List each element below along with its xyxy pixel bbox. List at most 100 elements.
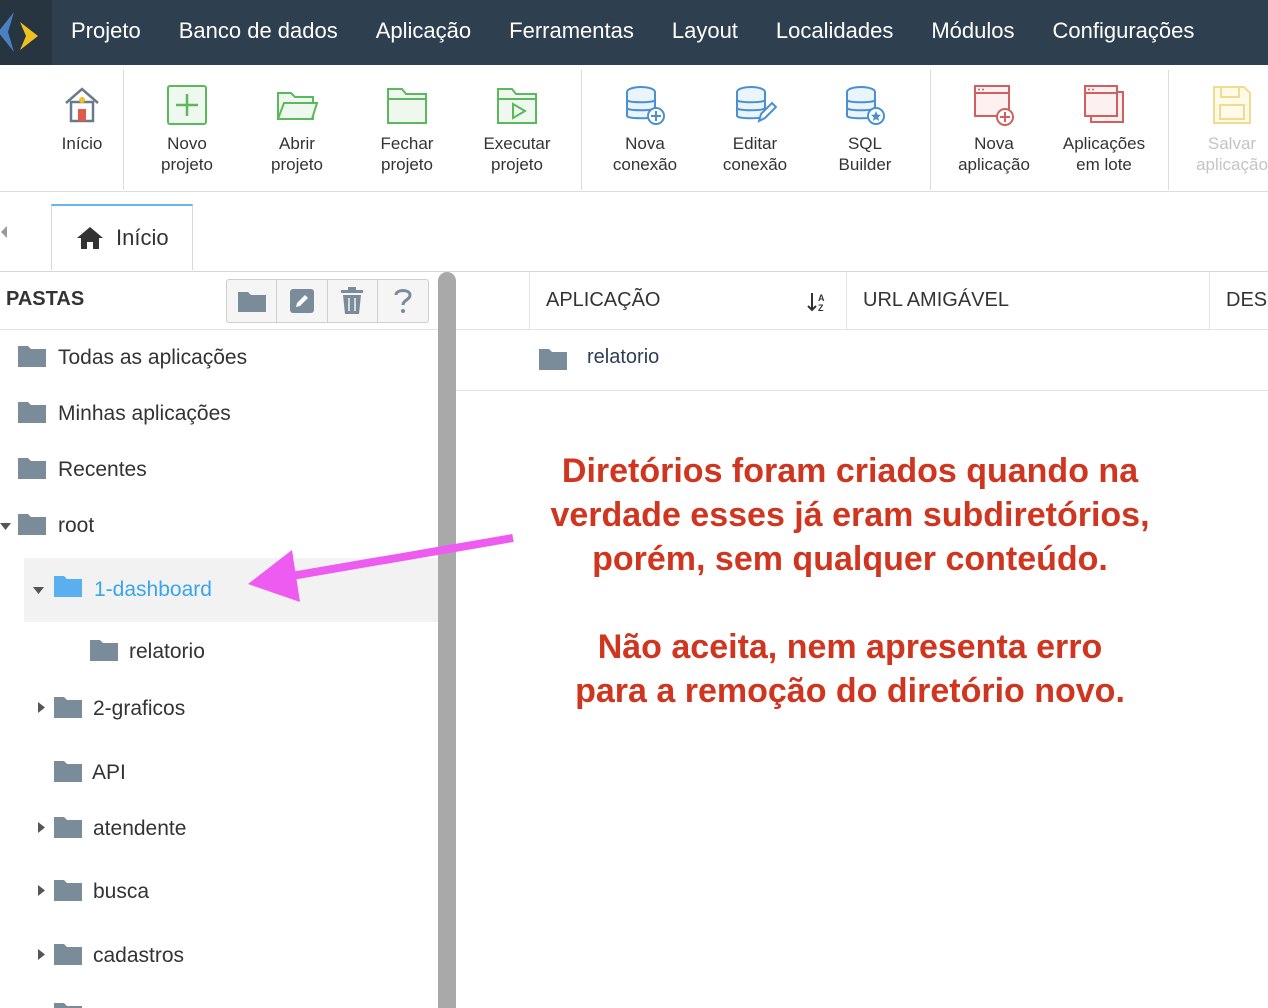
tree-item-label: cadastros	[93, 944, 185, 967]
annotation-line-1: Diretórios foram criados quando na	[561, 452, 1139, 490]
edit-connection-button-label: Editar conexão	[722, 134, 788, 174]
folders-scrollbar[interactable]	[438, 272, 456, 1008]
new-project-button[interactable]: Novo projeto	[132, 65, 242, 191]
trash-icon	[341, 287, 364, 314]
column-url-amigavel[interactable]: URL AMIGÁVEL	[846, 272, 1209, 330]
menu-projeto[interactable]: Projeto	[52, 0, 160, 65]
new-application-button[interactable]: Nova aplicação	[939, 65, 1049, 191]
tree-item-api[interactable]: API	[0, 745, 438, 801]
run-project-button[interactable]: Executar projeto	[462, 65, 572, 191]
edit-icon	[289, 289, 314, 313]
save-application-button[interactable]: Salvar aplicação	[1177, 65, 1268, 191]
menu-localidades[interactable]: Localidades	[757, 0, 912, 65]
folder-icon	[237, 292, 266, 312]
edit-connection-icon	[731, 81, 779, 129]
tree-item-cadastros[interactable]: cadastros	[0, 928, 438, 984]
caret-down-icon[interactable]	[33, 584, 45, 596]
column-descricao[interactable]: DES	[1209, 272, 1268, 330]
folder-icon	[18, 402, 46, 423]
folder-icon	[539, 349, 567, 370]
row-name[interactable]: relatorio	[587, 346, 659, 369]
tree-item-label: 2-graficos	[93, 697, 186, 720]
tree-item-label: Recentes	[58, 458, 147, 481]
home-icon	[77, 227, 103, 249]
save-application-icon	[1208, 81, 1256, 129]
tree-item-2-graficos[interactable]: 2-graficos	[0, 681, 438, 737]
home-icon	[58, 81, 106, 129]
caret-right-icon[interactable]	[35, 822, 47, 834]
table-row[interactable]: relatorio	[456, 330, 1268, 391]
edit-folder-button[interactable]	[277, 280, 328, 322]
menu-configuracoes[interactable]: Configurações	[1034, 0, 1214, 65]
tree-item-relatorio[interactable]: relatorio	[0, 624, 438, 680]
home-button-label: Início	[61, 134, 103, 153]
delete-folder-button[interactable]	[328, 280, 378, 322]
sql-builder-icon	[841, 81, 889, 129]
new-connection-button-label: Nova conexão	[612, 134, 678, 174]
menu-aplicacao[interactable]: Aplicação	[357, 0, 490, 65]
menu-banco-de-dados[interactable]: Banco de dados	[160, 0, 357, 65]
open-project-button-label: Abrir projeto	[271, 134, 323, 174]
tree-item-label: root	[58, 514, 95, 537]
tree-item-recentes[interactable]: Recentes	[0, 442, 438, 498]
tab-label: Início	[116, 225, 169, 250]
toolbar-separator	[123, 70, 124, 190]
help-button[interactable]	[378, 280, 428, 322]
tree-item-label: 1-dashboard	[94, 578, 212, 601]
menu-modulos[interactable]: Módulos	[912, 0, 1033, 65]
new-folder-button[interactable]	[227, 280, 278, 322]
tab-bar: Início	[0, 192, 1268, 272]
sql-builder-button-label: SQL Builder	[838, 134, 892, 174]
toolbar: Início Novo projeto Abrir projeto Fechar…	[0, 65, 1268, 192]
tree-item-busca[interactable]: busca	[0, 864, 438, 920]
close-folder-icon	[383, 81, 431, 129]
tree-item-label: busca	[93, 880, 150, 903]
column-label: URL AMIGÁVEL	[863, 289, 1009, 311]
tab-scroll-left[interactable]	[0, 220, 10, 244]
folder-icon	[18, 514, 46, 535]
menu-ferramentas[interactable]: Ferramentas	[490, 0, 653, 65]
new-project-button-label: Novo projeto	[161, 134, 213, 174]
run-project-icon	[493, 81, 541, 129]
logo-icon	[0, 12, 38, 52]
toolbar-separator	[1168, 70, 1169, 190]
tree-item-minhas-aplicacoes[interactable]: Minhas aplicações	[0, 386, 438, 442]
menu-layout[interactable]: Layout	[653, 0, 757, 65]
scrollbar-thumb[interactable]	[438, 272, 456, 1008]
table-header: APLICAÇÃO AZ URL AMIGÁVEL DES	[456, 272, 1268, 330]
caret-right-icon[interactable]	[35, 702, 47, 714]
folder-actions	[226, 279, 429, 323]
app-logo[interactable]	[0, 0, 52, 65]
tree-item-label: atendente	[93, 817, 187, 840]
tree-item-atendente[interactable]: atendente	[0, 801, 438, 857]
annotation-arrow	[248, 534, 514, 602]
caret-right-icon[interactable]	[35, 885, 47, 897]
column-label: DES	[1226, 289, 1268, 311]
annotation-line-3: porém, sem qualquer conteúdo.	[592, 540, 1108, 578]
folders-panel-title: PASTAS	[6, 288, 85, 310]
folder-icon	[54, 697, 82, 718]
folder-icon	[54, 944, 82, 965]
tree-item-partial[interactable]	[0, 988, 438, 1008]
caret-down-icon[interactable]	[0, 520, 12, 532]
batch-applications-button[interactable]: Aplicações em lote	[1049, 65, 1159, 191]
close-project-button[interactable]: Fechar projeto	[352, 65, 462, 191]
sql-builder-button[interactable]: SQL Builder	[810, 65, 920, 191]
tree-item-todas-aplicacoes[interactable]: Todas as aplicações	[0, 330, 438, 386]
folder-icon	[54, 761, 82, 782]
batch-applications-button-label: Aplicações em lote	[1062, 134, 1146, 174]
home-button[interactable]: Início	[27, 65, 137, 191]
open-project-button[interactable]: Abrir projeto	[242, 65, 352, 191]
tab-inicio[interactable]: Início	[51, 204, 193, 270]
help-icon	[394, 289, 412, 313]
menubar: Projeto Banco de dados Aplicação Ferrame…	[0, 0, 1268, 65]
annotation-line-2: verdade esses já eram subdiretórios,	[550, 496, 1150, 534]
folder-icon	[18, 346, 46, 367]
edit-connection-button[interactable]: Editar conexão	[700, 65, 810, 191]
sort-icon[interactable]: AZ	[806, 291, 828, 313]
batch-applications-icon	[1080, 81, 1128, 129]
column-aplicacao[interactable]: APLICAÇÃO AZ	[529, 272, 846, 330]
annotation-line-4: Não aceita, nem apresenta erro	[597, 628, 1103, 666]
new-connection-button[interactable]: Nova conexão	[590, 65, 700, 191]
caret-right-icon[interactable]	[35, 949, 47, 961]
